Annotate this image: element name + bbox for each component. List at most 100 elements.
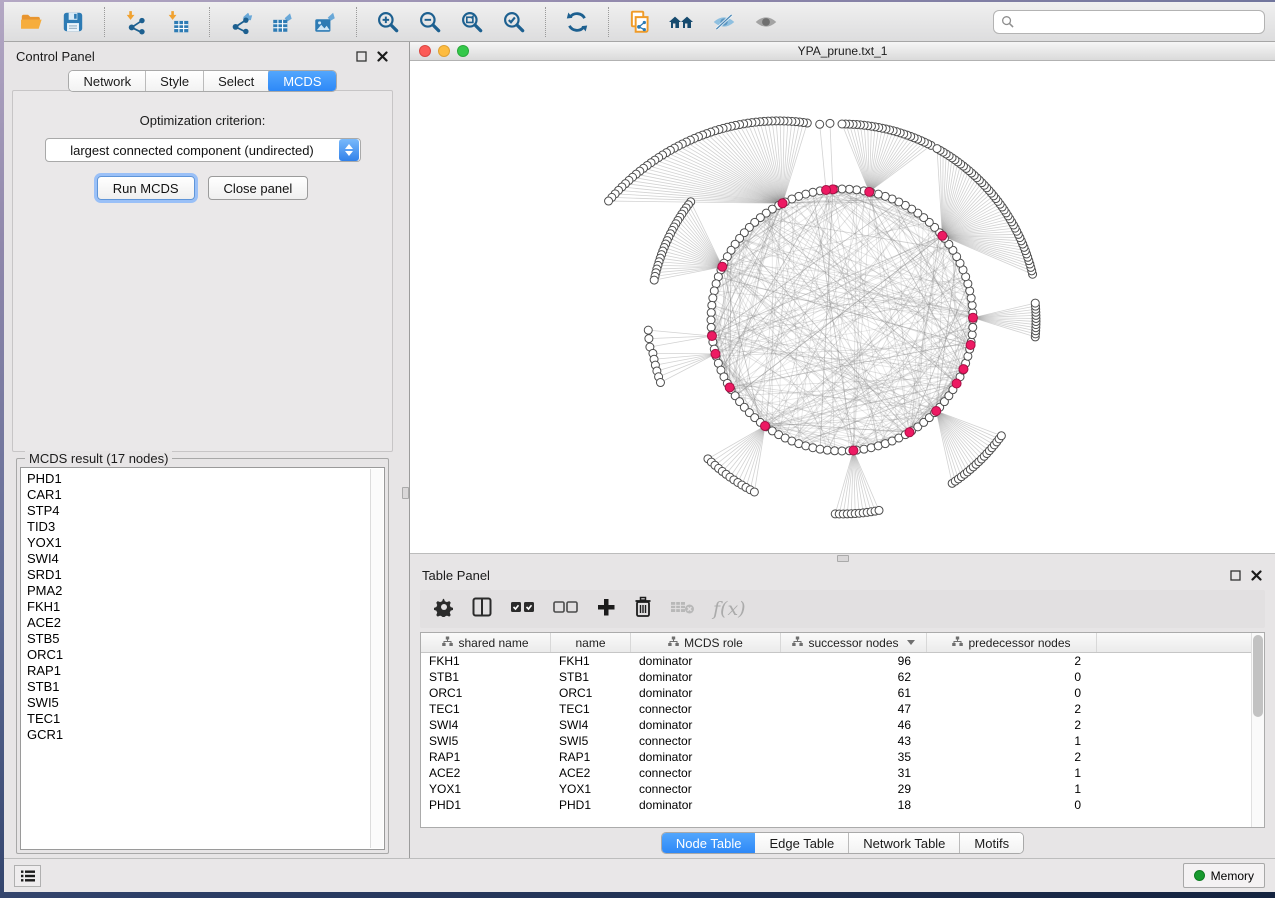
mcds-node-item[interactable]: GCR1 (27, 727, 384, 743)
close-window-icon[interactable] (419, 45, 431, 57)
hide-selected-icon[interactable] (707, 6, 741, 38)
table-row[interactable]: SWI5SWI5connector431 (421, 733, 1264, 749)
import-network-icon[interactable] (119, 6, 153, 38)
mcds-node-item[interactable]: TID3 (27, 519, 384, 535)
toolbar-separator (356, 7, 357, 37)
mcds-node-item[interactable]: PMA2 (27, 583, 384, 599)
splitter-grip[interactable] (402, 487, 409, 499)
splitter-grip[interactable] (837, 555, 849, 562)
column-header-MCDS-role[interactable]: MCDS role (631, 633, 781, 652)
table-header-row: shared namenameMCDS rolesuccessor nodes p… (421, 633, 1264, 653)
copy-network-icon[interactable] (623, 6, 657, 38)
shared-column-icon (792, 636, 803, 650)
table-row[interactable]: ORC1ORC1dominator610 (421, 685, 1264, 701)
column-label: predecessor nodes (968, 636, 1070, 650)
cell-MCDS-role: dominator (631, 653, 781, 669)
tab-edge-table[interactable]: Edge Table (755, 833, 849, 853)
app-window: Control Panel NetworkStyleSelectMCDS Opt… (4, 2, 1275, 892)
export-table-icon[interactable] (266, 6, 300, 38)
first-neighbors-icon[interactable] (665, 6, 699, 38)
mcds-node-item[interactable]: PHD1 (27, 471, 384, 487)
save-icon[interactable] (56, 6, 90, 38)
tab-network[interactable]: Network (69, 71, 146, 91)
mcds-node-item[interactable]: TEC1 (27, 711, 384, 727)
mcds-node-item[interactable]: CAR1 (27, 487, 384, 503)
search-box[interactable] (993, 10, 1265, 34)
close-panel-icon[interactable] (376, 50, 389, 63)
table-row[interactable]: SWI4SWI4dominator462 (421, 717, 1264, 733)
mcds-node-item[interactable]: SWI4 (27, 551, 384, 567)
table-row[interactable]: FKH1FKH1dominator962 (421, 653, 1264, 669)
task-history-icon[interactable] (14, 865, 41, 887)
close-panel-button[interactable]: Close panel (208, 176, 309, 200)
vertical-splitter[interactable] (401, 42, 410, 858)
zoom-selected-icon[interactable] (497, 6, 531, 38)
delete-icon[interactable] (633, 596, 653, 623)
mcds-node-item[interactable]: SRD1 (27, 567, 384, 583)
open-folder-icon[interactable] (14, 6, 48, 38)
column-header-predecessor-nodes[interactable]: predecessor nodes (927, 633, 1097, 652)
horizontal-splitter[interactable] (410, 553, 1275, 562)
mcds-node-item[interactable]: STB1 (27, 679, 384, 695)
maximize-window-icon[interactable] (457, 45, 469, 57)
column-header-successor-nodes[interactable]: successor nodes (781, 633, 927, 652)
export-image-icon[interactable] (308, 6, 342, 38)
column-header-name[interactable]: name (551, 633, 631, 652)
table-scrollbar[interactable] (1251, 633, 1264, 827)
mcds-node-item[interactable]: ORC1 (27, 647, 384, 663)
select-all-icon[interactable] (510, 599, 536, 620)
table-row[interactable]: YOX1YOX1connector291 (421, 781, 1264, 797)
import-table-icon[interactable] (161, 6, 195, 38)
node-table[interactable]: shared namenameMCDS rolesuccessor nodes p… (420, 632, 1265, 828)
tab-motifs[interactable]: Motifs (960, 833, 1023, 853)
mcds-node-item[interactable]: ACE2 (27, 615, 384, 631)
memory-status-icon (1194, 870, 1205, 881)
float-panel-icon[interactable] (1229, 569, 1242, 582)
criterion-dropdown[interactable]: largest connected component (undirected) (45, 138, 361, 162)
table-row[interactable]: TEC1TEC1connector472 (421, 701, 1264, 717)
search-input[interactable] (1019, 15, 1257, 29)
table-settings-icon[interactable] (434, 597, 454, 622)
tab-style[interactable]: Style (146, 71, 204, 91)
mcds-tab-content: Optimization criterion: largest connecte… (12, 90, 393, 452)
minimize-window-icon[interactable] (438, 45, 450, 57)
table-row[interactable]: PHD1PHD1dominator180 (421, 797, 1264, 813)
float-panel-icon[interactable] (355, 50, 368, 63)
mcds-result-list[interactable]: PHD1CAR1STP4TID3YOX1SWI4SRD1PMA2FKH1ACE2… (20, 467, 385, 850)
column-header-shared-name[interactable]: shared name (421, 633, 551, 652)
tab-select[interactable]: Select (204, 71, 269, 91)
close-panel-icon[interactable] (1250, 569, 1263, 582)
cell-name: STB1 (551, 669, 631, 685)
network-titlebar[interactable]: YPA_prune.txt_1 (410, 42, 1275, 61)
refresh-icon[interactable] (560, 6, 594, 38)
tab-network-table[interactable]: Network Table (849, 833, 960, 853)
table-row[interactable]: STB1STB1dominator620 (421, 669, 1264, 685)
mcds-node-item[interactable]: STP4 (27, 503, 384, 519)
add-column-icon[interactable] (596, 597, 616, 622)
scrollbar-thumb[interactable] (1253, 635, 1263, 717)
sort-chevron-icon[interactable] (907, 640, 915, 645)
show-all-icon[interactable] (749, 6, 783, 38)
mcds-node-item[interactable]: SWI5 (27, 695, 384, 711)
run-mcds-button[interactable]: Run MCDS (97, 176, 195, 200)
function-builder-icon: f(x) (713, 598, 746, 620)
zoom-fit-icon[interactable] (455, 6, 489, 38)
mcds-list-scrollbar[interactable] (370, 469, 383, 848)
tab-node-table[interactable]: Node Table (661, 832, 757, 854)
show-columns-icon[interactable] (471, 596, 493, 623)
zoom-in-icon[interactable] (371, 6, 405, 38)
mcds-node-item[interactable]: FKH1 (27, 599, 384, 615)
memory-button[interactable]: Memory (1183, 863, 1265, 888)
mcds-node-item[interactable]: RAP1 (27, 663, 384, 679)
tab-mcds[interactable]: MCDS (268, 70, 336, 92)
cell-successor-nodes: 43 (781, 733, 927, 749)
table-row[interactable]: ACE2ACE2connector311 (421, 765, 1264, 781)
mcds-node-item[interactable]: YOX1 (27, 535, 384, 551)
zoom-out-icon[interactable] (413, 6, 447, 38)
network-view[interactable] (410, 61, 1275, 553)
cell-predecessor-nodes: 2 (927, 717, 1097, 733)
export-network-icon[interactable] (224, 6, 258, 38)
deselect-all-icon[interactable] (553, 599, 579, 620)
mcds-node-item[interactable]: STB5 (27, 631, 384, 647)
table-row[interactable]: RAP1RAP1dominator352 (421, 749, 1264, 765)
